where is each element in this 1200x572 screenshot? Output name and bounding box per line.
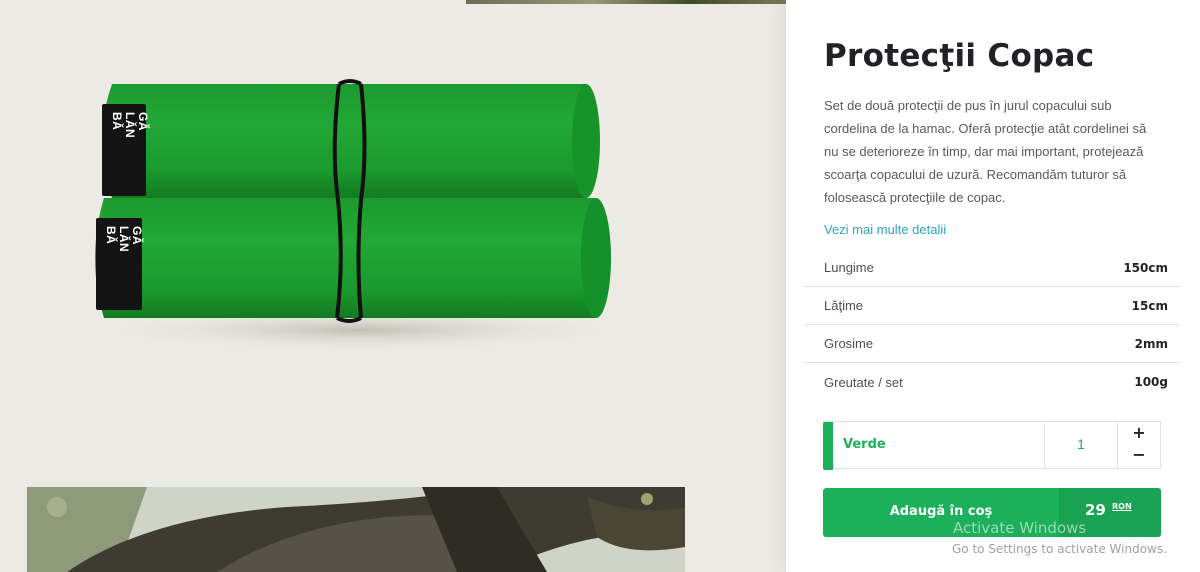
spec-name: Lăţime: [824, 298, 864, 313]
variant-selector: Verde 1 + −: [823, 421, 1161, 470]
svg-text:BĂ: BĂ: [104, 226, 119, 244]
quantity-decrease-button[interactable]: −: [1120, 444, 1158, 466]
specs-table: Lungime 150cm Lăţime 15cm Grosime 2mm Gr…: [804, 249, 1180, 401]
svg-text:GĂ: GĂ: [130, 226, 145, 245]
tree-photo[interactable]: [27, 487, 685, 572]
variant-color-option[interactable]: Verde: [843, 422, 886, 468]
brand-label-top: BĂ LĂN GĂ: [102, 104, 151, 196]
spec-row-length: Lungime 150cm: [804, 249, 1180, 287]
label-line: BĂ: [104, 226, 119, 244]
spec-value: 15cm: [1131, 298, 1168, 313]
product-details-panel: Protecţii Copac Set de două protecţii de…: [786, 0, 1200, 572]
svg-text:LĂN: LĂN: [123, 112, 138, 138]
svg-text:LĂN: LĂN: [117, 226, 132, 252]
more-details-link[interactable]: Vezi mai multe detalii: [824, 222, 946, 237]
brand-label-bottom: BĂ LĂN GĂ: [96, 218, 145, 310]
activate-windows-title: Activate Windows: [953, 519, 1087, 537]
spec-name: Grosime: [824, 336, 874, 351]
spec-value: 2mm: [1134, 336, 1168, 351]
spec-name: Lungime: [824, 260, 874, 275]
label-line: GĂ: [130, 226, 145, 245]
spec-row-weight: Greutate / set 100g: [804, 363, 1180, 401]
spec-value: 150cm: [1123, 260, 1168, 275]
svg-text:GĂ: GĂ: [136, 112, 151, 131]
product-image[interactable]: BĂ LĂN GĂ BĂ LĂN GĂ: [0, 0, 786, 480]
label-line: LĂN: [123, 112, 138, 138]
price-value: 29: [1085, 501, 1106, 519]
variant-color-swatch: [823, 422, 833, 470]
spec-name: Greutate / set: [824, 374, 903, 390]
product-title: Protecţii Copac: [824, 38, 1095, 74]
label-line: LĂN: [117, 226, 132, 252]
quantity-increase-button[interactable]: +: [1120, 422, 1158, 444]
svg-text:BĂ: BĂ: [110, 112, 125, 130]
label-line: BĂ: [110, 112, 125, 130]
spec-value: 100g: [1134, 375, 1168, 389]
product-gallery: BĂ LĂN GĂ BĂ LĂN GĂ: [0, 0, 786, 572]
label-line: GĂ: [136, 112, 151, 131]
spec-row-thickness: Grosime 2mm: [804, 325, 1180, 363]
product-description: Set de două protecţii de pus în jurul co…: [824, 98, 1147, 205]
price-currency: RON: [1112, 502, 1132, 511]
spec-row-width: Lăţime 15cm: [804, 287, 1180, 325]
quantity-input[interactable]: 1: [1044, 422, 1118, 468]
felt-roll-top: [102, 84, 600, 198]
felt-roll-bottom: [95, 198, 611, 318]
activate-windows-subtitle: Go to Settings to activate Windows.: [952, 542, 1167, 556]
